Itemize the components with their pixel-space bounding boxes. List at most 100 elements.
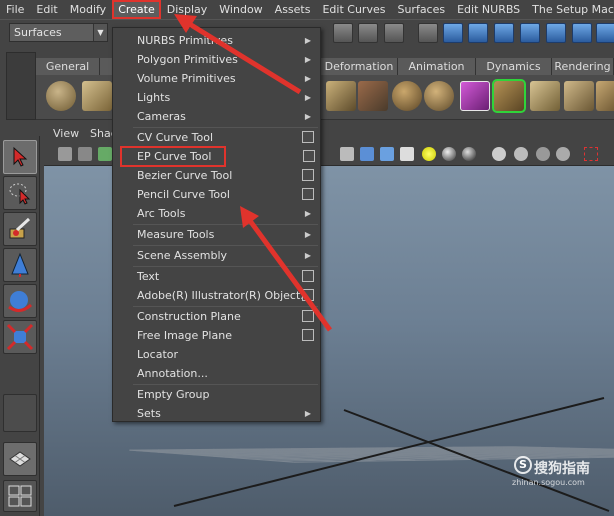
option-box-icon[interactable]	[302, 329, 314, 341]
lasso-tool[interactable]	[3, 176, 37, 210]
option-box-icon[interactable]	[303, 150, 315, 162]
snap-to-curve-icon[interactable]	[468, 23, 488, 43]
menu-item-text[interactable]: Text	[113, 267, 320, 286]
nurbs-sphere-icon[interactable]	[46, 81, 76, 111]
tab-general[interactable]: General	[36, 58, 100, 75]
bevel-icon[interactable]	[596, 81, 614, 111]
menu-setup-machine[interactable]: The Setup Machine	[526, 0, 614, 19]
mode-select[interactable]: Surfaces ▼	[9, 23, 108, 42]
menu-item-cameras[interactable]: Cameras ▶	[113, 107, 320, 126]
tab-deformation[interactable]: Deformation	[321, 58, 398, 75]
camera-attr-icon[interactable]	[78, 147, 92, 161]
shade-wire-icon[interactable]	[380, 147, 394, 161]
menu-modify[interactable]: Modify	[64, 0, 112, 19]
menu-surfaces[interactable]: Surfaces	[391, 0, 451, 19]
menu-window[interactable]: Window	[213, 0, 268, 19]
tab-rendering[interactable]: Rendering	[552, 58, 614, 75]
birail-icon[interactable]	[492, 79, 526, 113]
boundary-icon[interactable]	[530, 81, 560, 111]
select-tool[interactable]	[3, 140, 37, 174]
paint-select-tool[interactable]	[3, 212, 37, 246]
wireframe-icon[interactable]	[340, 147, 354, 161]
rotate-tool[interactable]	[3, 284, 37, 318]
menu-item-adobe-r-illustrator-r-object[interactable]: Adobe(R) Illustrator(R) Object...	[113, 286, 320, 305]
menu-file[interactable]: File	[0, 0, 30, 19]
option-box-icon[interactable]	[302, 188, 314, 200]
menu-item-annotation[interactable]: Annotation...	[113, 364, 320, 383]
snap-to-surface-icon[interactable]	[546, 23, 566, 43]
menu-item-pencil-curve-tool[interactable]: Pencil Curve Tool	[113, 185, 320, 204]
snap-to-point-icon[interactable]	[494, 23, 514, 43]
menubar: File Edit Modify Create Display Window A…	[0, 0, 614, 19]
menu-item-label: Scene Assembly	[137, 249, 228, 262]
nurbs-cube-icon[interactable]	[82, 81, 112, 111]
tab-dynamics[interactable]: Dynamics	[476, 58, 552, 75]
move-tool[interactable]	[3, 248, 37, 282]
option-box-icon[interactable]	[302, 169, 314, 181]
menu-item-label: Polygon Primitives	[137, 53, 238, 66]
panel-menu-view[interactable]: View	[53, 127, 79, 140]
watermark-url: zhinan.sogou.com	[512, 478, 585, 487]
menu-create[interactable]: Create	[112, 0, 161, 19]
menu-edit-curves[interactable]: Edit Curves	[316, 0, 391, 19]
camera-icon[interactable]	[58, 147, 72, 161]
menu-item-measure-tools[interactable]: Measure Tools ▶	[113, 225, 320, 244]
option-box-icon[interactable]	[302, 289, 314, 301]
menu-item-locator[interactable]: Locator	[113, 345, 320, 364]
option-box-icon[interactable]	[302, 310, 314, 322]
extrude-icon[interactable]	[460, 81, 490, 111]
planar-icon[interactable]	[424, 81, 454, 111]
menu-item-free-image-plane[interactable]: Free Image Plane	[113, 326, 320, 345]
menu-item-nurbs-primitives[interactable]: NURBS Primitives ▶	[113, 31, 320, 50]
menu-item-label: Locator	[137, 348, 179, 361]
revolve-icon[interactable]	[392, 81, 422, 111]
loft-icon[interactable]	[358, 81, 388, 111]
square-icon[interactable]	[564, 81, 594, 111]
isolate-icon[interactable]	[492, 147, 506, 161]
menu-item-empty-group[interactable]: Empty Group	[113, 385, 320, 404]
toolbox	[0, 136, 40, 516]
xray-joints-icon[interactable]	[536, 147, 550, 161]
menu-item-cv-curve-tool[interactable]: CV Curve Tool	[113, 128, 320, 147]
menu-item-lights[interactable]: Lights ▶	[113, 88, 320, 107]
ao-icon[interactable]	[462, 147, 476, 161]
menu-assets[interactable]: Assets	[269, 0, 317, 19]
option-box-icon[interactable]	[302, 131, 314, 143]
bookmark-icon[interactable]	[98, 147, 112, 161]
nurbs-plane-icon[interactable]	[326, 81, 356, 111]
tab-animation[interactable]: Animation	[398, 58, 476, 75]
menu-edit[interactable]: Edit	[30, 0, 63, 19]
option-box-icon[interactable]	[302, 270, 314, 282]
menu-item-bezier-curve-tool[interactable]: Bezier Curve Tool	[113, 166, 320, 185]
shelf-options[interactable]	[6, 52, 36, 120]
menu-edit-nurbs[interactable]: Edit NURBS	[451, 0, 526, 19]
menu-item-ep-curve-tool[interactable]: EP Curve Tool	[120, 146, 315, 167]
menu-item-arc-tools[interactable]: Arc Tools ▶	[113, 204, 320, 223]
last-tool-slot[interactable]	[3, 394, 37, 432]
menu-item-sets[interactable]: Sets ▶	[113, 404, 320, 423]
menu-item-volume-primitives[interactable]: Volume Primitives ▶	[113, 69, 320, 88]
select-mode-icon[interactable]	[333, 23, 353, 43]
select-component-icon[interactable]	[384, 23, 404, 43]
quick-layout-tool[interactable]	[3, 480, 37, 512]
xray-icon[interactable]	[514, 147, 528, 161]
snap-to-grid-icon[interactable]	[443, 23, 463, 43]
menu-item-construction-plane[interactable]: Construction Plane	[113, 307, 320, 326]
texture-icon[interactable]	[400, 147, 414, 161]
history-icon[interactable]	[596, 23, 614, 43]
snap-toggle-icon[interactable]	[418, 23, 438, 43]
shadow-icon[interactable]	[442, 147, 456, 161]
smooth-shade-icon[interactable]	[360, 147, 374, 161]
resolution-gate-icon[interactable]	[584, 147, 598, 161]
layout-tool[interactable]	[3, 442, 37, 476]
menu-display[interactable]: Display	[161, 0, 214, 19]
light-icon[interactable]	[422, 147, 436, 161]
xray-comp-icon[interactable]	[556, 147, 570, 161]
menu-item-polygon-primitives[interactable]: Polygon Primitives ▶	[113, 50, 320, 69]
menu-item-scene-assembly[interactable]: Scene Assembly ▶	[113, 246, 320, 265]
menu-item-label: Arc Tools	[137, 207, 186, 220]
select-hierarchy-icon[interactable]	[358, 23, 378, 43]
snap-to-plane-icon[interactable]	[520, 23, 540, 43]
scale-tool[interactable]	[3, 320, 37, 354]
snap-live-icon[interactable]	[572, 23, 592, 43]
